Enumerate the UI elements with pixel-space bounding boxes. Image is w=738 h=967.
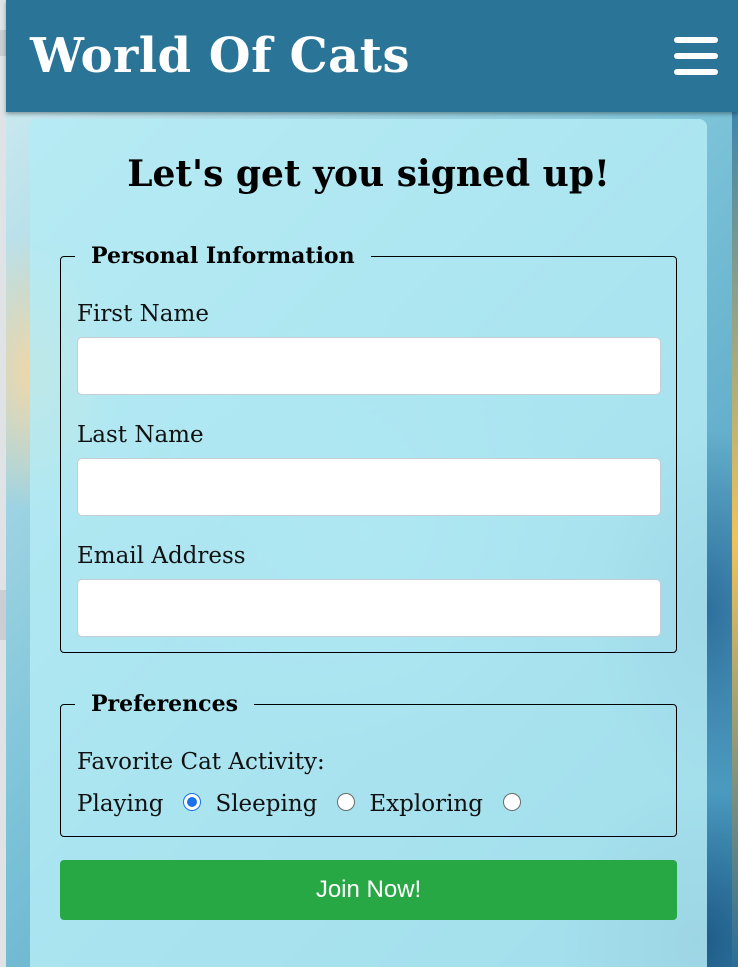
radio-sleeping[interactable] bbox=[337, 793, 356, 811]
radio-exploring[interactable] bbox=[502, 793, 521, 811]
first-name-label: First Name bbox=[77, 301, 209, 327]
form-title: Let's get you signed up! bbox=[127, 153, 610, 195]
background-edge bbox=[732, 112, 738, 967]
navbar: World Of Cats bbox=[6, 0, 738, 112]
radio-label-sleeping[interactable]: Sleeping bbox=[215, 791, 317, 817]
join-now-button[interactable]: Join Now! bbox=[60, 860, 677, 920]
brand-title[interactable]: World Of Cats bbox=[30, 28, 410, 84]
signup-form: Let's get you signed up! Personal Inform… bbox=[30, 119, 707, 967]
radio-label-playing[interactable]: Playing bbox=[77, 791, 163, 817]
activity-radio-group: Playing Sleeping Exploring bbox=[77, 789, 535, 819]
personal-information-legend: Personal Information bbox=[91, 243, 355, 269]
email-input[interactable] bbox=[77, 579, 661, 637]
radio-label-exploring[interactable]: Exploring bbox=[369, 791, 483, 817]
last-name-input[interactable] bbox=[77, 458, 661, 516]
hamburger-menu-icon[interactable] bbox=[674, 37, 718, 75]
favorite-activity-label: Favorite Cat Activity: bbox=[77, 749, 325, 775]
preferences-fieldset: Preferences Favorite Cat Activity: Playi… bbox=[60, 691, 677, 837]
preferences-legend: Preferences bbox=[91, 691, 238, 717]
email-label: Email Address bbox=[77, 543, 246, 569]
last-name-label: Last Name bbox=[77, 422, 204, 448]
radio-playing[interactable] bbox=[183, 793, 202, 811]
first-name-input[interactable] bbox=[77, 337, 661, 395]
personal-information-fieldset: Personal Information First Name Last Nam… bbox=[60, 243, 677, 653]
